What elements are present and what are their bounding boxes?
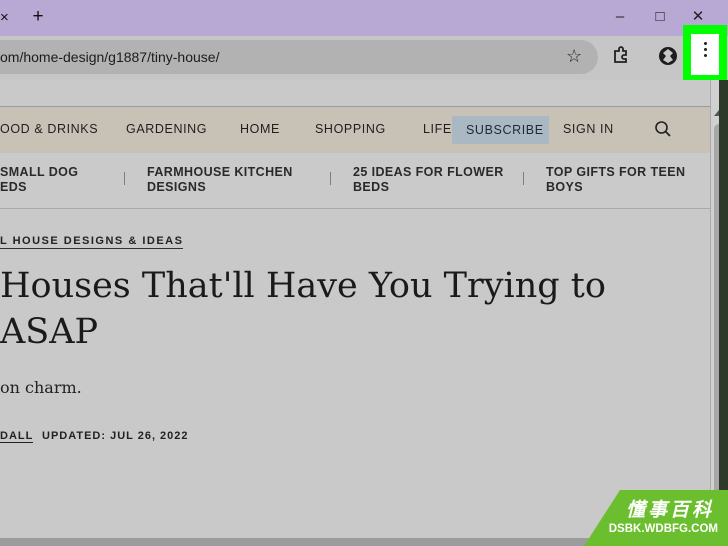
- trending-item-line: EDS: [0, 180, 27, 194]
- browser-title-bar: × + – □ ✕: [0, 0, 728, 36]
- more-menu-highlight: [683, 25, 727, 84]
- trending-item-line: SMALL DOG: [0, 165, 79, 179]
- article-dek: on charm.: [0, 378, 82, 397]
- author-link[interactable]: DALL: [0, 430, 34, 443]
- headline-line: ASAP: [0, 312, 99, 352]
- article-headline: Houses That'll Have You Trying to ASAP: [0, 263, 606, 355]
- trending-bar: SMALL DOG EDS FARMHOUSE KITCHEN DESIGNS …: [0, 153, 710, 209]
- url-text[interactable]: om/home-design/g1887/tiny-house/: [0, 49, 219, 65]
- new-tab-button[interactable]: +: [29, 6, 47, 28]
- nav-item-gardening[interactable]: GARDENING: [126, 122, 207, 136]
- subscribe-button[interactable]: SUBSCRIBE: [452, 116, 549, 144]
- headline-line: Houses That'll Have You Trying to: [0, 266, 606, 306]
- trending-item-line: DESIGNS: [147, 180, 207, 194]
- trending-item-line: FARMHOUSE KITCHEN: [147, 165, 293, 179]
- more-menu-icon[interactable]: [702, 42, 708, 60]
- trending-item[interactable]: FARMHOUSE KITCHEN DESIGNS: [147, 165, 293, 195]
- site-nav: OOD & DRINKS GARDENING HOME SHOPPING LIF…: [0, 107, 710, 153]
- maximize-button[interactable]: □: [648, 6, 672, 28]
- background-window-edge: [719, 80, 728, 538]
- address-bar[interactable]: om/home-design/g1887/tiny-house/ ☆: [0, 40, 598, 74]
- trending-item[interactable]: SMALL DOG EDS: [0, 165, 78, 195]
- separator: [523, 172, 524, 185]
- minimize-button[interactable]: –: [608, 6, 632, 28]
- watermark-url: DSBK.WDBFG.COM: [608, 523, 718, 535]
- sign-in-link[interactable]: SIGN IN: [563, 122, 614, 136]
- more-menu-button[interactable]: [691, 34, 719, 75]
- watermark-text: 懂事百科: [625, 500, 714, 521]
- trending-item-line: BOYS: [546, 180, 584, 194]
- web-page: OOD & DRINKS GARDENING HOME SHOPPING LIF…: [0, 80, 710, 540]
- updated-date: UPDATED: JUL 26, 2022: [42, 430, 189, 442]
- nav-item-food-drinks[interactable]: OOD & DRINKS: [0, 122, 98, 136]
- separator: [330, 172, 331, 185]
- trending-item[interactable]: TOP GIFTS FOR TEEN BOYS: [546, 165, 685, 195]
- subscribe-label: SUBSCRIBE: [466, 123, 544, 137]
- trending-item-line: 25 IDEAS FOR FLOWER: [353, 165, 504, 179]
- nav-item-shopping[interactable]: SHOPPING: [315, 122, 386, 136]
- nav-item-home[interactable]: HOME: [240, 122, 280, 136]
- tab-close-icon[interactable]: ×: [0, 8, 14, 28]
- separator: [124, 172, 125, 185]
- breadcrumb[interactable]: L HOUSE DESIGNS & IDEAS: [0, 235, 184, 249]
- trending-item-line: BEDS: [353, 180, 390, 194]
- trending-item-line: TOP GIFTS FOR TEEN: [546, 165, 686, 179]
- extensions-icon[interactable]: [611, 45, 631, 65]
- star-icon[interactable]: ☆: [566, 46, 582, 66]
- search-icon[interactable]: [654, 120, 672, 138]
- profile-icon[interactable]: [657, 45, 679, 67]
- nav-item-life[interactable]: LIFE: [423, 122, 452, 136]
- trending-item[interactable]: 25 IDEAS FOR FLOWER BEDS: [353, 165, 504, 195]
- browser-toolbar: om/home-design/g1887/tiny-house/ ☆: [0, 25, 728, 84]
